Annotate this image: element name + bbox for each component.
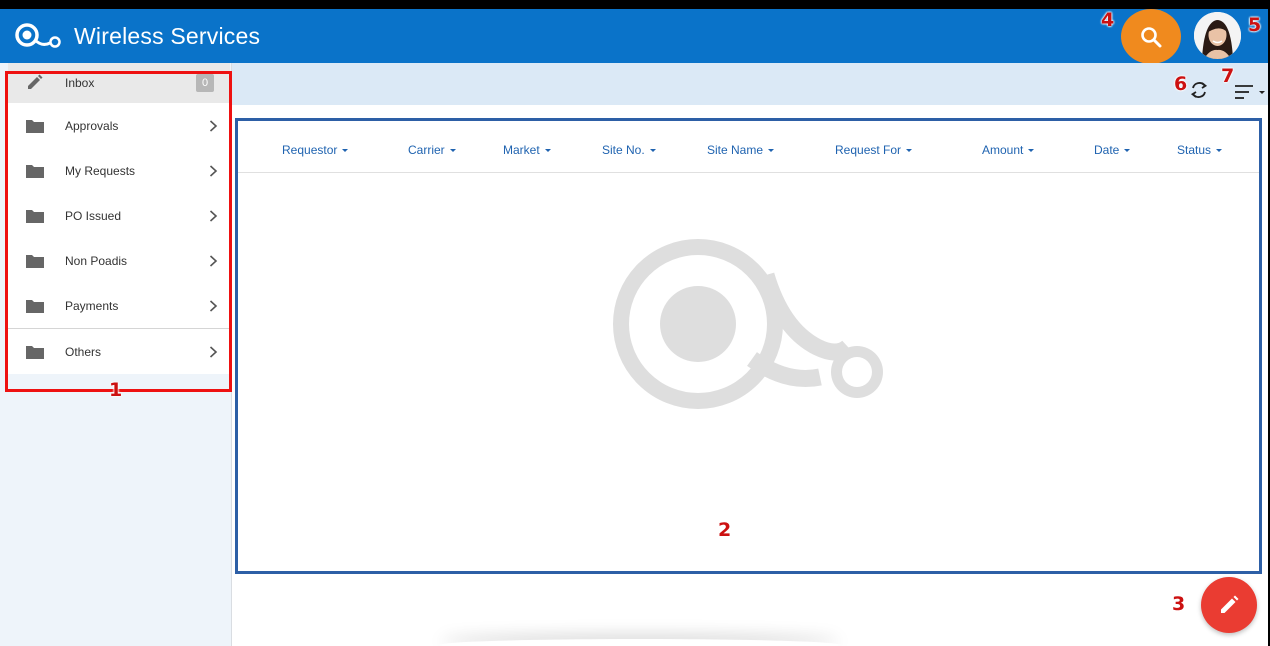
column-header-date[interactable]: Date [1094,143,1131,157]
sidebar-item-label: Approvals [65,118,119,133]
chevron-right-icon [209,209,218,222]
sidebar-item-approvals[interactable]: Approvals [8,103,230,148]
caret-down-icon [342,149,349,153]
folder-icon [26,299,44,313]
annotation-label-3: 3 [1172,593,1186,615]
sidebar-item-my-requests[interactable]: My Requests [8,148,230,193]
sidebar-item-inbox[interactable]: Inbox 0 [8,63,230,103]
sidebar-item-payments[interactable]: Payments [8,283,230,328]
chevron-right-icon [209,164,218,177]
sidebar-item-label: Non Poadis [65,253,128,268]
annotation-label-4: 4 [1101,9,1115,31]
search-button[interactable] [1121,9,1181,64]
column-header-requestor[interactable]: Requestor [282,143,349,157]
sidebar-item-po-issued[interactable]: PO Issued [8,193,230,238]
inbox-count-badge: 0 [196,74,214,92]
requests-table: Requestor Carrier Market Site No. Site N… [238,121,1259,571]
column-header-site-name[interactable]: Site Name [707,143,775,157]
folder-icon [26,209,44,223]
compose-button[interactable] [1201,577,1257,633]
empty-state-logo-icon [613,239,883,409]
user-avatar[interactable] [1194,12,1241,59]
caret-down-icon [1028,149,1035,153]
caret-down-icon [1216,149,1223,153]
annotation-label-7: 7 [1221,65,1235,87]
caret-down-icon [649,149,656,153]
folder-icon [26,164,44,178]
folder-icon [26,345,44,359]
list-toolbar [232,63,1268,105]
refresh-icon[interactable] [1188,79,1210,101]
column-header-status[interactable]: Status [1177,143,1223,157]
caret-down-icon [544,149,551,153]
caret-down-icon [906,149,913,153]
pencil-icon [1221,595,1239,613]
sidebar-item-label: Others [65,344,102,359]
chevron-right-icon [209,299,218,312]
column-header-carrier[interactable]: Carrier [408,143,456,157]
sort-menu-icon[interactable] [1234,83,1266,101]
sidebar: Inbox 0 Approvals My Requests PO Issued [0,63,232,646]
sidebar-item-label: Inbox [65,76,95,90]
sidebar-item-others[interactable]: Others [8,328,230,374]
annotation-label-5: 5 [1248,14,1262,36]
bottom-shadow [440,639,840,646]
sidebar-menu: Inbox 0 Approvals My Requests PO Issued [8,63,230,374]
annotation-label-6: 6 [1174,73,1188,95]
app-logo-icon [15,23,61,48]
app-header: Wireless Services [0,9,1268,64]
column-header-market[interactable]: Market [503,143,551,157]
sidebar-item-label: Payments [65,298,119,313]
avatar-photo-icon [1194,12,1241,59]
search-icon [1141,26,1162,47]
column-header-request-for[interactable]: Request For [835,143,913,157]
column-header-amount[interactable]: Amount [982,143,1035,157]
annotation-label-1: 1 [109,379,123,401]
chevron-right-icon [209,119,218,132]
chevron-right-icon [209,254,218,267]
sidebar-item-non-poadis[interactable]: Non Poadis [8,238,230,283]
app-title: Wireless Services [74,23,261,49]
sidebar-item-label: My Requests [65,163,136,178]
chevron-right-icon [209,345,218,358]
table-header: Requestor Carrier Market Site No. Site N… [238,121,1259,173]
folder-icon [26,254,44,268]
caret-down-icon [449,149,456,153]
caret-down-icon [768,149,775,153]
column-header-site-no[interactable]: Site No. [602,143,656,157]
folder-icon [26,119,44,133]
caret-down-icon [1124,149,1131,153]
pencil-icon [28,74,43,89]
app-window: Wireless Services Inbox 0 Approvals My R… [0,9,1268,646]
annotation-label-2: 2 [718,519,732,541]
sidebar-item-label: PO Issued [65,208,122,223]
